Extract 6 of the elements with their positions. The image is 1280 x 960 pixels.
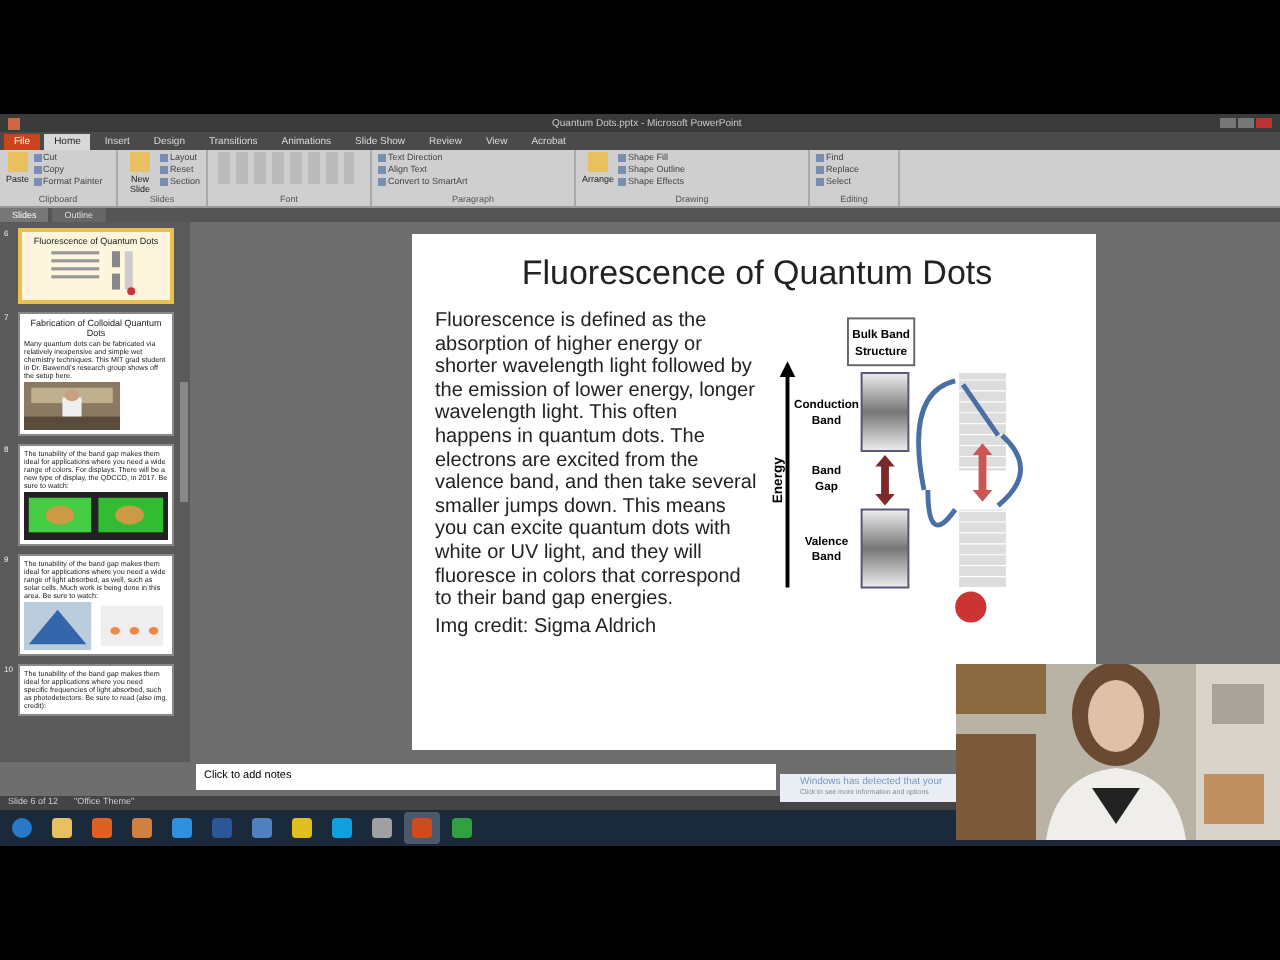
image-credit: Img credit: Sigma Aldrich [435, 615, 659, 638]
window-controls-icon[interactable] [1220, 118, 1272, 128]
app-icon [8, 117, 20, 129]
slide-title: Fluorescence of Quantum Dots [519, 254, 995, 294]
slide-thumbnail[interactable] [18, 312, 174, 436]
slide-text: Fluorescence is defined as the absorption of higher energy or shorter wavelength light followed by the emission of lower energy, longer wavelength light. This often happens in quantum dots. The electrons are excited from the valence band, and then take several smaller jumps down. This means you can excite quantum dots with white or UV light, and they will fluoresce in colors that correspond to their band gap energies. [435, 310, 759, 612]
